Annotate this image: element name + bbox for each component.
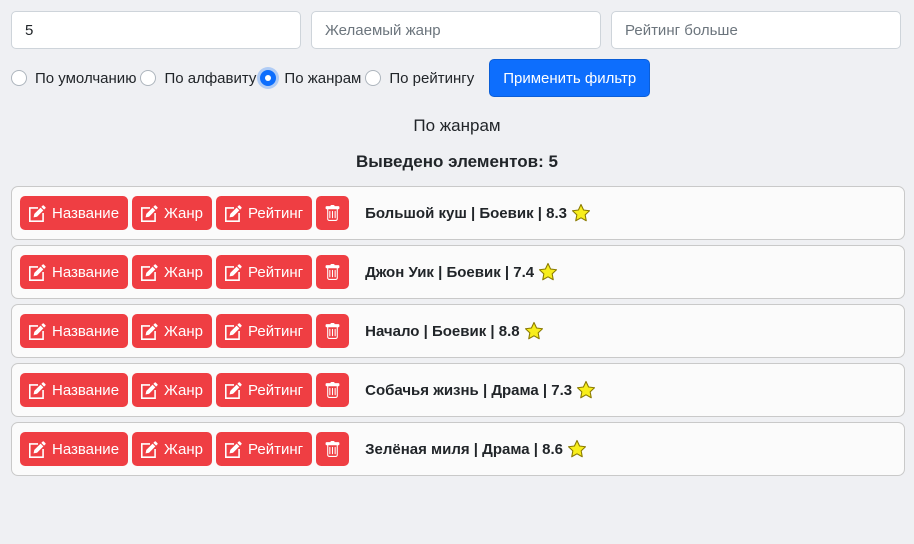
apply-filter-button[interactable]: Применить фильтр bbox=[489, 59, 651, 97]
edit-name-label: Название bbox=[52, 263, 120, 281]
radio-button-checked[interactable] bbox=[260, 70, 277, 86]
movie-info: Начало | Боевик | 8.8 bbox=[365, 321, 544, 341]
edit-name-button[interactable]: Название bbox=[20, 432, 129, 466]
movie-text: Собачья жизнь | Драма | 7.3 bbox=[365, 381, 573, 399]
edit-rating-label: Рейтинг bbox=[248, 440, 304, 458]
edit-icon bbox=[141, 322, 158, 340]
edit-genre-button[interactable]: Жанр bbox=[132, 373, 213, 407]
movie-list: Название Жанр Рейтинг Большой куш | Боев… bbox=[11, 186, 905, 481]
edit-name-button[interactable]: Название bbox=[20, 255, 129, 289]
movie-text: Джон Уик | Боевик | 7.4 bbox=[365, 263, 535, 281]
delete-button[interactable] bbox=[316, 196, 350, 230]
delete-button[interactable] bbox=[316, 314, 350, 348]
trash-icon bbox=[325, 440, 340, 457]
edit-icon bbox=[225, 322, 242, 340]
movie-info: Собачья жизнь | Драма | 7.3 bbox=[365, 380, 596, 400]
star-icon bbox=[571, 203, 591, 222]
edit-rating-button[interactable]: Рейтинг bbox=[216, 314, 313, 348]
edit-icon bbox=[225, 204, 242, 222]
edit-name-button[interactable]: Название bbox=[20, 314, 129, 348]
movie-card: Название Жанр Рейтинг Зелёная миля | Дра… bbox=[11, 422, 905, 476]
edit-icon bbox=[141, 263, 158, 281]
element-count: Выведено элементов: 5 bbox=[356, 152, 558, 171]
movie-card: Название Жанр Рейтинг Джон Уик | Боевик … bbox=[11, 245, 905, 299]
movie-card: Название Жанр Рейтинг Большой куш | Боев… bbox=[11, 186, 905, 240]
edit-name-label: Название bbox=[52, 440, 120, 458]
sort-option-default[interactable]: По умолчанию bbox=[11, 70, 140, 87]
trash-icon bbox=[325, 204, 340, 221]
edit-rating-label: Рейтинг bbox=[248, 204, 304, 222]
star-icon bbox=[539, 262, 558, 281]
sort-option-label: По умолчанию bbox=[35, 69, 137, 87]
movie-info: Джон Уик | Боевик | 7.4 bbox=[365, 262, 558, 282]
edit-rating-button[interactable]: Рейтинг bbox=[216, 432, 313, 466]
edit-genre-label: Жанр bbox=[164, 263, 204, 281]
sort-option-genre[interactable]: По жанрам bbox=[260, 70, 365, 87]
edit-rating-label: Рейтинг bbox=[248, 381, 304, 399]
movie-info: Зелёная миля | Драма | 8.6 bbox=[365, 439, 587, 459]
trash-icon bbox=[325, 263, 340, 280]
sort-option-label: По алфавиту bbox=[164, 69, 257, 87]
edit-name-label: Название bbox=[52, 322, 120, 340]
edit-genre-label: Жанр bbox=[164, 204, 204, 222]
sort-option-rating[interactable]: По рейтингу bbox=[365, 70, 478, 87]
edit-name-label: Название bbox=[52, 381, 120, 399]
radio-button[interactable] bbox=[140, 70, 157, 86]
edit-name-button[interactable]: Название bbox=[20, 373, 129, 407]
edit-genre-button[interactable]: Жанр bbox=[132, 196, 213, 230]
delete-button[interactable] bbox=[316, 432, 350, 466]
delete-button[interactable] bbox=[316, 255, 350, 289]
edit-genre-label: Жанр bbox=[164, 381, 204, 399]
filter-inputs bbox=[11, 11, 901, 49]
edit-genre-button[interactable]: Жанр bbox=[132, 432, 213, 466]
movie-info: Большой куш | Боевик | 8.3 bbox=[365, 203, 591, 223]
edit-genre-label: Жанр bbox=[164, 322, 204, 340]
edit-genre-button[interactable]: Жанр bbox=[132, 255, 213, 289]
edit-rating-label: Рейтинг bbox=[248, 263, 304, 281]
sort-option-label: По рейтингу bbox=[389, 69, 475, 87]
edit-genre-button[interactable]: Жанр bbox=[132, 314, 213, 348]
edit-icon bbox=[29, 381, 46, 399]
delete-button[interactable] bbox=[316, 373, 350, 407]
edit-icon bbox=[141, 381, 158, 399]
movie-card: Название Жанр Рейтинг Начало | Боевик | … bbox=[11, 304, 905, 358]
edit-icon bbox=[29, 322, 46, 340]
edit-icon bbox=[225, 440, 242, 458]
edit-rating-button[interactable]: Рейтинг bbox=[216, 196, 313, 230]
edit-icon bbox=[225, 263, 242, 281]
genre-input[interactable] bbox=[311, 11, 601, 49]
star-icon bbox=[567, 439, 587, 458]
movie-text: Начало | Боевик | 8.8 bbox=[365, 322, 520, 340]
movie-text: Большой куш | Боевик | 8.3 bbox=[365, 204, 567, 222]
edit-icon bbox=[225, 381, 242, 399]
movie-card: Название Жанр Рейтинг Собачья жизнь | Др… bbox=[11, 363, 905, 417]
edit-icon bbox=[29, 263, 46, 281]
star-icon bbox=[524, 321, 543, 340]
radio-button[interactable] bbox=[365, 70, 382, 86]
edit-genre-label: Жанр bbox=[164, 440, 204, 458]
radio-button[interactable] bbox=[11, 70, 27, 86]
sort-title: По жанрам bbox=[413, 116, 501, 135]
rating-input[interactable] bbox=[611, 11, 901, 49]
star-icon bbox=[577, 380, 596, 399]
edit-rating-button[interactable]: Рейтинг bbox=[216, 373, 313, 407]
trash-icon bbox=[325, 381, 340, 398]
edit-name-label: Название bbox=[52, 204, 120, 222]
sort-option-label: По жанрам bbox=[284, 69, 362, 87]
sort-option-alphabet[interactable]: По алфавиту bbox=[140, 70, 260, 87]
sort-options: По умолчанию По алфавиту По жанрам По ре… bbox=[11, 59, 651, 97]
edit-name-button[interactable]: Название bbox=[20, 196, 129, 230]
edit-rating-button[interactable]: Рейтинг bbox=[216, 255, 313, 289]
movie-text: Зелёная миля | Драма | 8.6 bbox=[365, 440, 563, 458]
count-input[interactable] bbox=[11, 11, 301, 49]
trash-icon bbox=[325, 322, 340, 339]
edit-icon bbox=[29, 440, 46, 458]
edit-icon bbox=[29, 204, 46, 222]
edit-icon bbox=[141, 440, 158, 458]
edit-rating-label: Рейтинг bbox=[248, 322, 304, 340]
edit-icon bbox=[141, 204, 158, 222]
